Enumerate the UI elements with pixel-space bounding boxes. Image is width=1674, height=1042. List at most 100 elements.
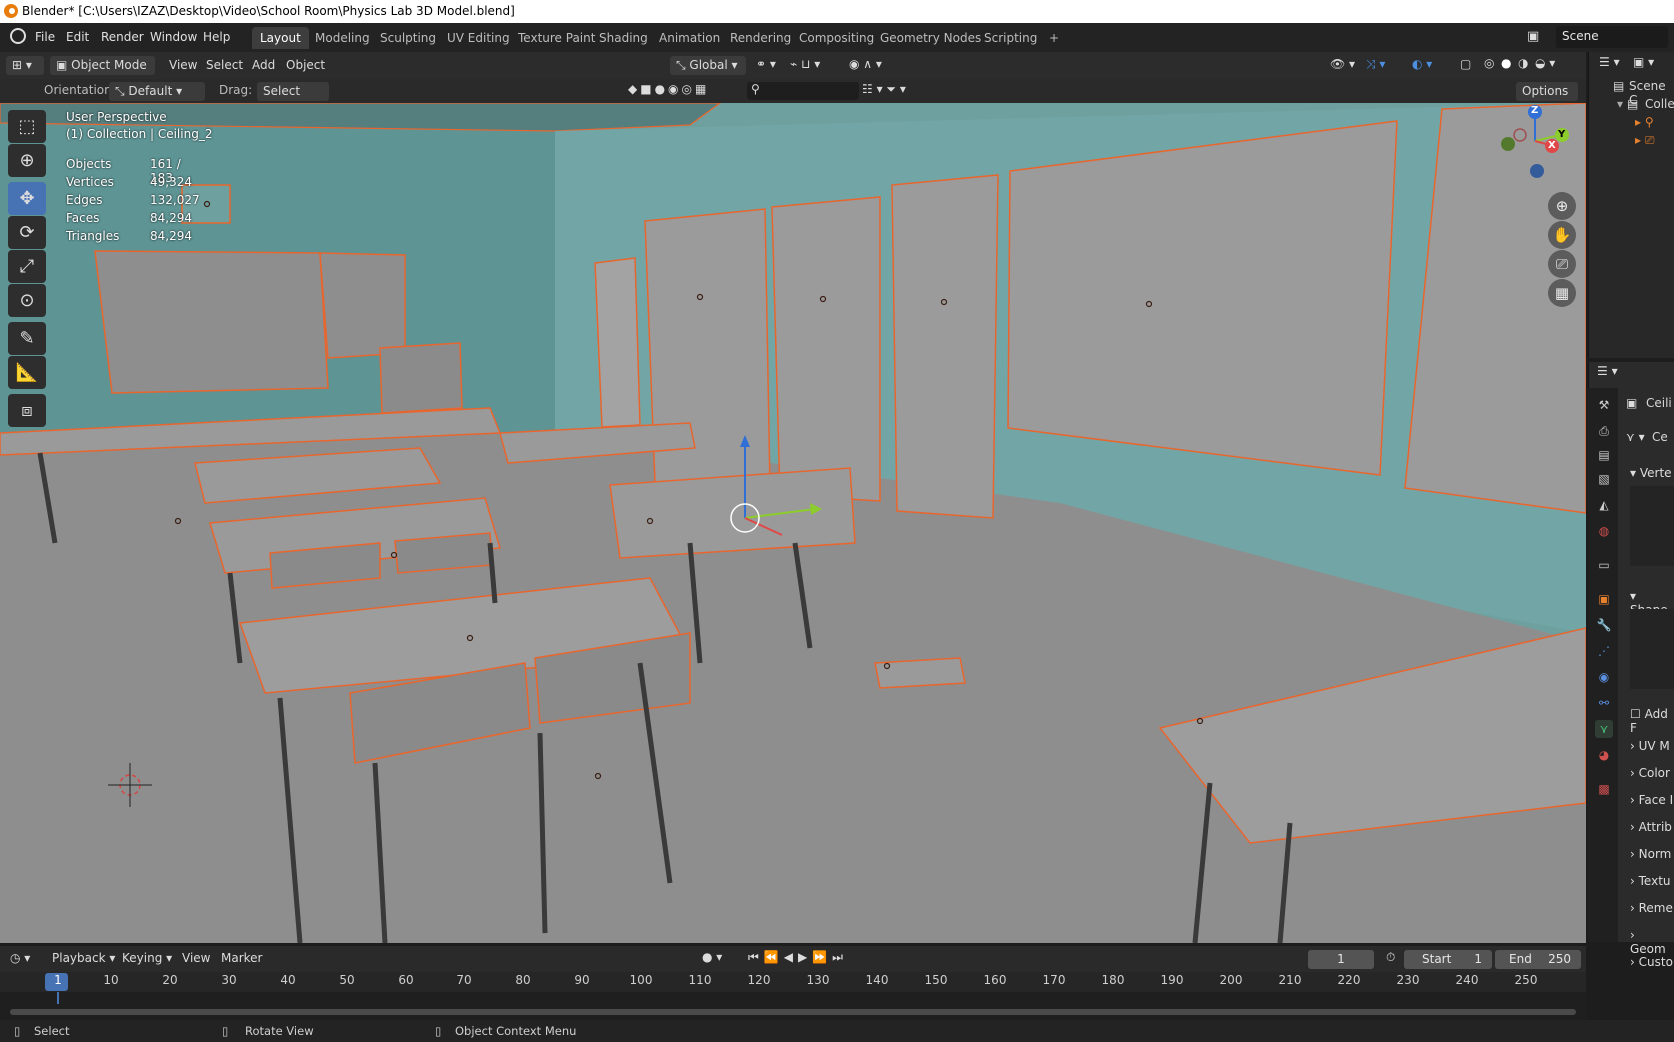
outliner-search-input[interactable]	[747, 82, 859, 100]
tab-shading[interactable]: Shading	[591, 27, 656, 49]
playback-controls[interactable]: ⏮⏪◀▶⏩⏭	[748, 950, 848, 965]
add-cube-tool-icon[interactable]: ⧈	[8, 394, 46, 427]
transform-tool-icon[interactable]: ⊙	[8, 284, 46, 317]
timeline-ruler[interactable]: 1 10 20 30 40 50 60 70 80 90 100 110 120…	[0, 972, 1586, 992]
annotate-tool-icon[interactable]: ✎	[8, 322, 46, 355]
panel-texture-space[interactable]: › Textu	[1630, 874, 1671, 888]
rotate-tool-icon[interactable]: ⟳	[8, 216, 46, 249]
pivot-point-icon[interactable]: ⚭ ▾	[756, 57, 776, 71]
vertex-group-list[interactable]	[1630, 486, 1674, 566]
panel-normals[interactable]: › Norm	[1630, 847, 1671, 861]
world-tab-icon[interactable]: ◍	[1595, 522, 1613, 540]
add-rest-position-checkbox[interactable]: ☐ Add F	[1630, 707, 1674, 735]
filter-icon[interactable]: ☷ ▾ ⏷ ▾	[862, 82, 906, 97]
panel-remesh[interactable]: › Reme	[1630, 901, 1673, 915]
tab-modeling[interactable]: Modeling	[307, 27, 378, 49]
visibility-icon[interactable]: 👁 ▾	[1330, 57, 1355, 71]
orientation-dropdown[interactable]: ⤡ Default ▾	[109, 82, 205, 101]
menu-add[interactable]: Add	[252, 58, 275, 72]
collection-tab-icon[interactable]: ▭	[1595, 556, 1613, 574]
panel-geometry-data[interactable]: › Geom	[1630, 928, 1674, 956]
texture-tab-icon[interactable]: ▩	[1595, 780, 1613, 798]
panel-attributes[interactable]: › Attrib	[1630, 820, 1672, 834]
snap-icon[interactable]: ⌁ ⊔ ▾	[790, 57, 820, 71]
panel-vertex-groups[interactable]: ▾ Verte	[1630, 466, 1672, 480]
scene-selector-icon[interactable]: ▣	[1527, 29, 1539, 44]
menu-edit[interactable]: Edit	[66, 30, 89, 44]
blender-menu-icon[interactable]	[10, 28, 26, 44]
panel-custom-properties[interactable]: › Custo	[1630, 955, 1673, 969]
menu-object[interactable]: Object	[286, 58, 325, 72]
tab-rendering[interactable]: Rendering	[722, 27, 799, 49]
shading-rendered-icon[interactable]: ◒ ▾	[1535, 56, 1555, 70]
timeline-menu-view[interactable]: View	[182, 951, 210, 965]
tab-animation[interactable]: Animation	[651, 27, 728, 49]
timeline-menu-marker[interactable]: Marker	[221, 951, 262, 965]
overlays-toggle-icon[interactable]: ◐ ▾	[1412, 57, 1432, 71]
selectability-icons[interactable]: ◆■●◉◎▦	[628, 82, 709, 96]
timeline-editor-icon[interactable]: ◷ ▾	[10, 951, 30, 965]
constraints-tab-icon[interactable]: ⚯	[1595, 694, 1613, 712]
shading-wireframe-icon[interactable]: ◎	[1484, 56, 1494, 70]
outliner-display-icon[interactable]: ▣ ▾	[1633, 55, 1654, 69]
view-layer-tab-icon[interactable]: ▧	[1595, 470, 1613, 488]
tab-layout[interactable]: Layout	[252, 27, 309, 49]
shape-key-list[interactable]	[1630, 609, 1674, 689]
menu-view[interactable]: View	[169, 58, 197, 72]
expand-arrow-icon[interactable]: ▾	[1617, 97, 1623, 111]
menu-help[interactable]: Help	[203, 30, 230, 44]
menu-select[interactable]: Select	[206, 58, 243, 72]
armature-icon[interactable]: ▸ ⚲	[1635, 115, 1654, 129]
tab-scripting[interactable]: Scripting	[976, 27, 1045, 49]
menu-file[interactable]: File	[35, 30, 55, 44]
material-tab-icon[interactable]: ◕	[1595, 746, 1613, 764]
select-box-tool-icon[interactable]: ⬚	[8, 110, 46, 143]
stopwatch-icon[interactable]: ⏱	[1386, 950, 1395, 965]
outliner-collection[interactable]: Colle	[1645, 97, 1674, 111]
start-frame-field[interactable]: Start 1	[1404, 950, 1492, 969]
current-frame-field[interactable]: 1	[1308, 950, 1374, 969]
timeline-menu-playback[interactable]: Playback ▾	[52, 951, 115, 965]
tab-texture-paint[interactable]: Texture Paint	[510, 27, 603, 49]
timeline-scrollbar[interactable]	[10, 1009, 1576, 1015]
proportional-edit-icon[interactable]: ◉ ∧ ▾	[849, 57, 882, 71]
perspective-grid-icon[interactable]: ▦	[1548, 279, 1576, 307]
tab-uv-editing[interactable]: UV Editing	[439, 27, 518, 49]
mode-dropdown[interactable]: ▣ Object Mode ▾	[50, 56, 155, 91]
timeline-menu-keying[interactable]: Keying ▾	[122, 951, 172, 965]
transform-orientation-dropdown[interactable]: ⤡ Global ▾	[670, 56, 746, 75]
tool-tab-icon[interactable]: ⚒	[1595, 396, 1613, 414]
zoom-icon[interactable]: ⊕	[1548, 192, 1576, 220]
menu-window[interactable]: Window	[150, 30, 197, 44]
move-tool-icon[interactable]: ✥	[8, 182, 46, 215]
particles-tab-icon[interactable]: ⋰	[1595, 642, 1613, 660]
drag-dropdown[interactable]: Select Box ▾	[257, 82, 329, 117]
xray-toggle-icon[interactable]: ▢	[1460, 57, 1471, 71]
timeline-area[interactable]	[0, 992, 1586, 1020]
tab-geometry-nodes[interactable]: Geometry Nodes	[872, 27, 989, 49]
measure-tool-icon[interactable]: 📐	[8, 356, 46, 389]
panel-face-maps[interactable]: › Face I	[1630, 793, 1673, 807]
object-tab-icon[interactable]: ▣	[1595, 590, 1613, 608]
outliner-editor-icon[interactable]: ☰ ▾	[1599, 55, 1620, 69]
tab-sculpting[interactable]: Sculpting	[372, 27, 444, 49]
menu-render[interactable]: Render	[101, 30, 144, 44]
3d-viewport[interactable]: Z Y X ⊕ ✋ ⎚ ▦	[0, 103, 1586, 943]
panel-color-attributes[interactable]: › Color	[1630, 766, 1670, 780]
data-tab-icon[interactable]: ⋎	[1595, 720, 1613, 738]
scene-field[interactable]: Scene	[1556, 26, 1668, 48]
add-workspace-button[interactable]: +	[1041, 27, 1067, 49]
tab-compositing[interactable]: Compositing	[791, 27, 882, 49]
render-tab-icon[interactable]: ⎙	[1595, 422, 1613, 440]
camera-icon[interactable]: ⎚	[1548, 250, 1576, 278]
gizmo-toggle-icon[interactable]: ⤨ ▾	[1366, 57, 1385, 72]
scene-tab-icon[interactable]: ◭	[1595, 496, 1613, 514]
pan-hand-icon[interactable]: ✋	[1548, 221, 1576, 249]
shading-solid-icon[interactable]: ●	[1501, 56, 1511, 70]
modifier-tab-icon[interactable]: 🔧	[1595, 616, 1613, 634]
panel-uv-maps[interactable]: › UV M	[1630, 739, 1670, 753]
output-tab-icon[interactable]: ▤	[1595, 446, 1613, 464]
physics-tab-icon[interactable]: ◉	[1595, 668, 1613, 686]
record-keyframe-icon[interactable]: ● ▾	[702, 950, 722, 964]
scale-tool-icon[interactable]: ⤢	[8, 250, 46, 283]
